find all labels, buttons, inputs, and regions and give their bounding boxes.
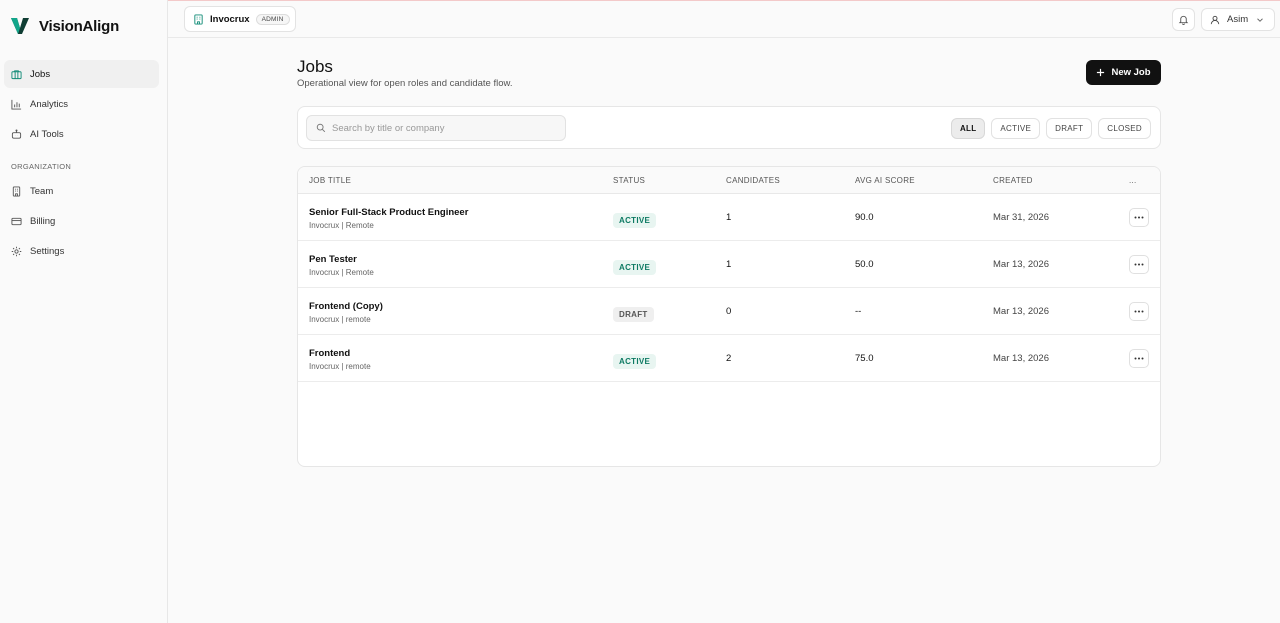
table-row[interactable]: Pen Tester Invocrux | Remote ACTIVE 1 50…	[298, 241, 1160, 288]
user-name: Asim	[1227, 14, 1249, 25]
row-actions-button[interactable]	[1129, 349, 1149, 368]
job-cell: Frontend (Copy) Invocrux | remote	[309, 301, 383, 324]
job-meta: Invocrux | remote	[309, 315, 371, 324]
row-actions-button[interactable]	[1129, 302, 1149, 321]
gear-icon	[11, 246, 22, 256]
more-horizontal-icon	[1134, 357, 1144, 360]
user-menu[interactable]: Asim	[1201, 8, 1275, 31]
sidebar-item-label: AI Tools	[30, 128, 64, 140]
sidebar-item-label: Billing	[30, 215, 56, 227]
role-badge: ADMIN	[255, 13, 290, 25]
sidebar: VisionAlign Jobs Analytics AI Tools ORGA…	[0, 0, 168, 623]
building-icon	[12, 185, 21, 197]
robot-icon	[11, 128, 22, 139]
sidebar-item-team[interactable]: Team	[4, 177, 159, 205]
workspace-name: Invocrux	[210, 13, 250, 25]
sidebar-nav: Jobs Analytics AI Tools ORGANIZATION Tea…	[4, 60, 159, 267]
column-header-title[interactable]: JOB TITLE	[309, 176, 351, 185]
more-horizontal-icon	[1134, 263, 1144, 266]
workspace-switcher[interactable]: Invocrux ADMIN	[184, 6, 296, 32]
column-header-candidates[interactable]: CANDIDATES	[726, 176, 780, 185]
job-cell: Frontend Invocrux | remote	[309, 348, 371, 371]
filter-bar: ALL ACTIVE DRAFT CLOSED	[297, 106, 1161, 149]
sidebar-item-label: Analytics	[30, 98, 69, 110]
search-icon	[316, 123, 326, 133]
job-title[interactable]: Frontend (Copy)	[309, 301, 383, 312]
created-date: Mar 31, 2026	[993, 212, 1049, 223]
job-title[interactable]: Pen Tester	[309, 254, 374, 265]
sidebar-item-jobs[interactable]: Jobs	[4, 60, 159, 88]
jobs-table: JOB TITLE STATUS CANDIDATES AVG AI SCORE…	[297, 166, 1161, 467]
status-badge: ACTIVE	[613, 354, 657, 369]
table-row[interactable]: Frontend Invocrux | remote ACTIVE 2 75.0…	[298, 335, 1160, 382]
brand[interactable]: VisionAlign	[11, 17, 119, 35]
avg-score: 90.0	[855, 212, 874, 223]
candidates-count: 0	[726, 306, 732, 317]
more-horizontal-icon	[1134, 310, 1144, 313]
avg-score: --	[855, 306, 862, 317]
sidebar-item-label: Jobs	[30, 68, 51, 80]
brand-name: VisionAlign	[39, 17, 120, 35]
page-subtitle: Operational view for open roles and cand…	[297, 78, 513, 89]
building-icon	[194, 13, 203, 25]
candidates-count: 2	[726, 353, 732, 364]
sidebar-item-analytics[interactable]: Analytics	[4, 90, 159, 118]
filter-draft[interactable]: DRAFT	[1046, 118, 1093, 139]
status-filters: ALL ACTIVE DRAFT CLOSED	[950, 118, 1151, 139]
more-horizontal-icon	[1134, 216, 1144, 219]
job-meta: Invocrux | Remote	[309, 268, 374, 277]
job-cell: Senior Full-Stack Product Engineer Invoc…	[309, 207, 468, 230]
filter-all[interactable]: ALL	[950, 118, 986, 139]
sidebar-item-ai-tools[interactable]: AI Tools	[4, 120, 159, 148]
new-job-button[interactable]: New Job	[1086, 60, 1161, 85]
column-header-actions: ...	[1129, 176, 1137, 185]
credit-card-icon	[11, 217, 22, 225]
row-actions-button[interactable]	[1129, 255, 1149, 274]
status-badge: DRAFT	[613, 307, 654, 322]
status-badge: ACTIVE	[613, 213, 657, 228]
sidebar-item-settings[interactable]: Settings	[4, 237, 159, 265]
briefcase-icon	[11, 69, 22, 79]
bell-icon	[1178, 15, 1189, 25]
user-icon	[1210, 15, 1220, 24]
row-actions-button[interactable]	[1129, 208, 1149, 227]
notifications-button[interactable]	[1172, 8, 1195, 31]
table-header: JOB TITLE STATUS CANDIDATES AVG AI SCORE…	[298, 167, 1160, 194]
chevron-down-icon	[1257, 17, 1263, 22]
candidates-count: 1	[726, 212, 732, 223]
created-date: Mar 13, 2026	[993, 353, 1049, 364]
sidebar-item-billing[interactable]: Billing	[4, 207, 159, 235]
avg-score: 50.0	[855, 259, 874, 270]
sidebar-item-label: Team	[30, 185, 54, 197]
bar-chart-icon	[11, 99, 22, 110]
created-date: Mar 13, 2026	[993, 259, 1049, 270]
filter-closed[interactable]: CLOSED	[1098, 118, 1151, 139]
column-header-status[interactable]: STATUS	[613, 176, 645, 185]
created-date: Mar 13, 2026	[993, 306, 1049, 317]
status-badge: ACTIVE	[613, 260, 657, 275]
column-header-created[interactable]: CREATED	[993, 176, 1033, 185]
column-header-score[interactable]: AVG AI SCORE	[855, 176, 915, 185]
sidebar-item-label: Settings	[30, 245, 65, 257]
avg-score: 75.0	[855, 353, 874, 364]
table-row[interactable]: Frontend (Copy) Invocrux | remote DRAFT …	[298, 288, 1160, 335]
job-cell: Pen Tester Invocrux | Remote	[309, 254, 374, 277]
new-job-label: New Job	[1111, 67, 1151, 78]
job-title[interactable]: Senior Full-Stack Product Engineer	[309, 207, 468, 218]
job-title[interactable]: Frontend	[309, 348, 371, 359]
candidates-count: 1	[726, 259, 732, 270]
filter-active[interactable]: ACTIVE	[991, 118, 1041, 139]
page-title: Jobs	[297, 57, 333, 76]
table-row[interactable]: Senior Full-Stack Product Engineer Invoc…	[298, 194, 1160, 241]
plus-icon	[1097, 68, 1105, 77]
sidebar-section-organization: ORGANIZATION	[11, 162, 72, 171]
v-logo-icon	[11, 18, 29, 34]
search-input[interactable]	[332, 122, 552, 134]
job-meta: Invocrux | Remote	[309, 221, 374, 230]
top-header: Invocrux ADMIN Asim	[168, 1, 1280, 38]
job-meta: Invocrux | remote	[309, 362, 371, 371]
search-box[interactable]	[306, 115, 566, 141]
